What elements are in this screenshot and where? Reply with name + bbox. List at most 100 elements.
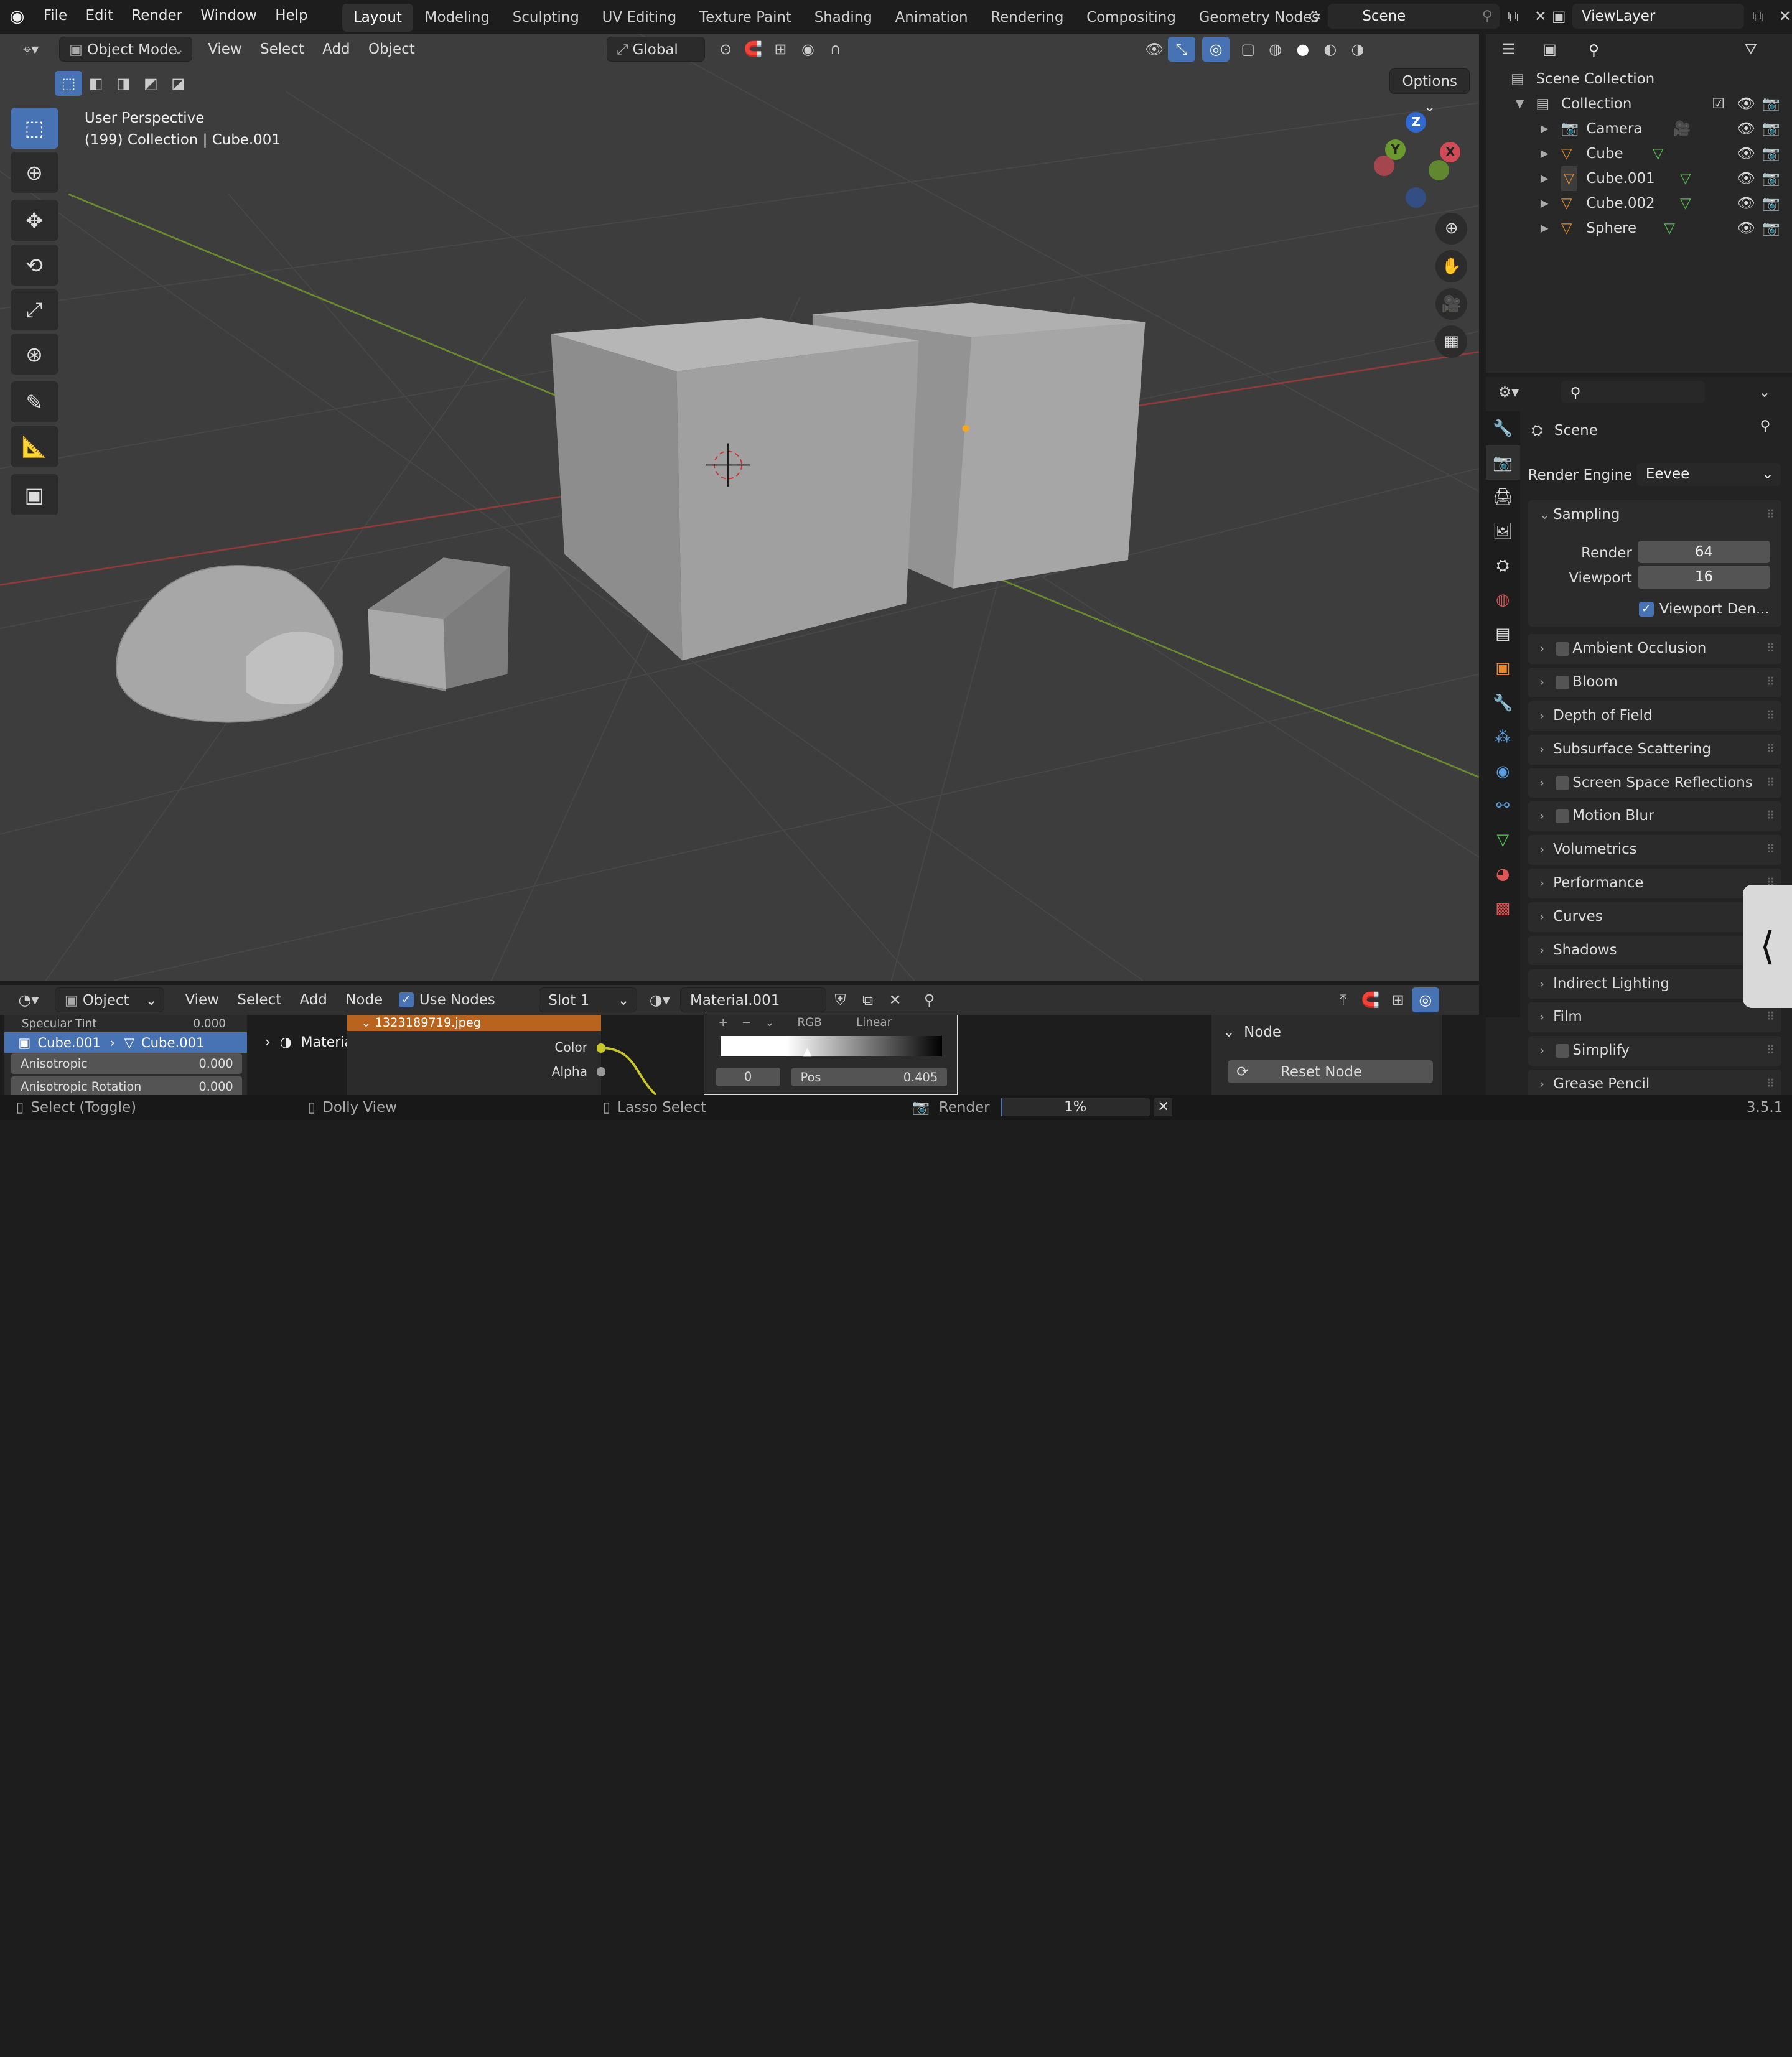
select-subtract-icon[interactable]: ◨ <box>110 71 137 96</box>
panel-subsurface-scattering[interactable]: › Subsurface Scattering ⠿ <box>1528 734 1782 765</box>
annotate-icon[interactable]: ✎ <box>10 381 58 423</box>
eye-icon[interactable]: 👁 <box>1737 191 1755 216</box>
fake-user-icon[interactable]: ⛨ <box>826 987 854 1012</box>
gizmo-toggle-icon[interactable]: ⤡ <box>1168 36 1196 62</box>
select-intersect-icon[interactable]: ◪ <box>164 71 192 96</box>
panel-motion-blur[interactable]: › Motion Blur ⠿ <box>1528 801 1782 832</box>
slot-dropdown[interactable]: Slot 1 ⌄ <box>538 987 637 1013</box>
mesh-icon[interactable]: ▽ <box>1653 141 1664 166</box>
panel-checkbox[interactable] <box>1555 676 1569 690</box>
snap-target-icon[interactable]: ⊞ <box>767 37 794 62</box>
render-camera-icon[interactable]: 📷 <box>1762 166 1780 191</box>
chevron-right-icon[interactable]: › <box>1539 701 1544 731</box>
transform-orientation-dropdown[interactable]: ⤢ Global <box>607 36 706 62</box>
add-stop-icon[interactable]: + <box>718 1016 727 1029</box>
menu-select[interactable]: Select <box>251 37 313 62</box>
menu-view[interactable]: View <box>199 37 251 62</box>
falloff-icon[interactable]: ∩ <box>822 37 849 62</box>
render-camera-icon[interactable]: 📷 <box>1762 216 1780 241</box>
material-tab-icon[interactable]: ◕ <box>1486 857 1520 891</box>
eye-icon[interactable]: 👁 <box>1737 216 1755 241</box>
panel-checkbox[interactable] <box>1555 776 1569 790</box>
menu-object[interactable]: Object <box>359 37 424 62</box>
remove-stop-icon[interactable]: − <box>742 1016 751 1029</box>
output-tab-icon[interactable]: 🖨 <box>1486 480 1520 514</box>
viewport-samples-field[interactable]: 16 <box>1637 566 1771 589</box>
view-layer-field[interactable]: ViewLayer <box>1572 3 1744 29</box>
chevron-right-icon[interactable]: › <box>1539 768 1544 798</box>
grip-icon[interactable]: ⠿ <box>1766 500 1775 530</box>
filter-icon[interactable]: ⛛ <box>1737 37 1765 62</box>
material-shading-icon[interactable]: ◐ <box>1317 37 1344 62</box>
expand-icon[interactable]: ▶ <box>1541 116 1549 141</box>
overlays-icon[interactable]: ◎ <box>1411 987 1439 1013</box>
solid-shading-icon[interactable]: ● <box>1289 37 1317 62</box>
camera-icon[interactable]: 🎥 <box>1673 116 1691 141</box>
snap-icon[interactable]: 🧲 <box>1357 987 1384 1012</box>
tool-tab-icon[interactable]: 🔧 <box>1486 411 1520 445</box>
checkbox-icon[interactable]: ☑ <box>1712 91 1725 116</box>
navigation-gizmo[interactable]: Z Y X <box>1367 110 1470 212</box>
ramp-stop-handle[interactable]: ▲ <box>803 1045 811 1058</box>
3d-viewport[interactable] <box>0 34 1479 981</box>
physics-tab-icon[interactable]: ◉ <box>1486 754 1520 788</box>
menu-file[interactable]: File <box>34 0 77 32</box>
pin-icon[interactable]: ⚲ <box>916 987 943 1012</box>
tab-modeling[interactable]: Modeling <box>413 4 501 31</box>
pin-icon[interactable]: ⚲ <box>1760 418 1771 434</box>
rendered-shading-icon[interactable]: ◑ <box>1344 37 1371 62</box>
anisotropic-rotation-field[interactable]: Anisotropic Rotation 0.000 <box>11 1076 243 1095</box>
outliner-item[interactable]: ▶ ▽ Cube.002 ▽ 👁 📷 <box>1486 191 1792 216</box>
sidebar-tabs[interactable] <box>1452 1017 1479 1093</box>
render-samples-field[interactable]: 64 <box>1637 540 1771 564</box>
breadcrumb-object[interactable]: Cube.001 <box>37 1035 101 1050</box>
anisotropic-field[interactable]: Anisotropic 0.000 <box>11 1053 243 1075</box>
ramp-stop-index[interactable]: 0 <box>716 1068 780 1086</box>
chevron-down-icon[interactable]: ⌄ <box>1751 380 1778 404</box>
menu-add[interactable]: Add <box>314 37 360 62</box>
grip-icon[interactable]: ⠿ <box>1766 1036 1775 1066</box>
delete-view-layer-icon[interactable]: ✕ <box>1771 4 1792 29</box>
properties-search[interactable]: ⚲ <box>1561 380 1706 404</box>
outliner-editor-icon[interactable]: ☰ <box>1495 37 1522 62</box>
properties-editor-icon[interactable]: ⚙▾ <box>1495 380 1522 404</box>
menu-view[interactable]: View <box>176 987 228 1012</box>
duplicate-material-icon[interactable]: ⧉ <box>854 987 882 1012</box>
constraints-tab-icon[interactable]: ⚯ <box>1486 788 1520 823</box>
tab-layout[interactable]: Layout <box>342 4 414 32</box>
node-panel-header[interactable]: ⌄ Node <box>1211 1015 1442 1049</box>
tab-compositing[interactable]: Compositing <box>1075 4 1188 31</box>
use-nodes-checkbox[interactable]: ✓ Use Nodes <box>398 992 495 1008</box>
cube-002-object[interactable] <box>368 557 510 692</box>
chevron-right-icon[interactable]: › <box>1539 902 1544 932</box>
proportional-edit-icon[interactable]: ◉ <box>794 37 821 62</box>
chevron-right-icon[interactable]: › <box>1539 668 1544 697</box>
wireframe-shading-icon[interactable]: ◍ <box>1262 37 1289 62</box>
gizmo-neg-x-axis[interactable] <box>1373 155 1394 176</box>
viewport-denoise-checkbox[interactable]: ✓ Viewport Den... <box>1638 598 1770 621</box>
chevron-down-icon[interactable]: ⌄ <box>1539 500 1550 530</box>
panel-depth-of-field[interactable]: › Depth of Field ⠿ <box>1528 701 1782 731</box>
ramp-interpolation[interactable]: Linear <box>856 1016 892 1029</box>
reset-node-button[interactable]: ⟳ Reset Node <box>1227 1060 1434 1084</box>
snap-mode-icon[interactable]: ⊞ <box>1384 987 1412 1012</box>
world-tab-icon[interactable]: ◍ <box>1486 583 1520 617</box>
gizmo-z-axis[interactable]: Z <box>1406 111 1427 133</box>
particles-tab-icon[interactable]: ⁂ <box>1486 720 1520 754</box>
add-cube-icon[interactable]: ▣ <box>10 474 58 516</box>
chevron-right-icon[interactable]: › <box>1539 1036 1544 1066</box>
chevron-down-icon[interactable]: ⌄ <box>765 1016 774 1029</box>
tab-texture-paint[interactable]: Texture Paint <box>688 4 803 31</box>
transform-icon[interactable]: ⊛ <box>10 334 58 375</box>
panel-volumetrics[interactable]: › Volumetrics ⠿ <box>1528 835 1782 865</box>
collection-tab-icon[interactable]: ▤ <box>1486 617 1520 651</box>
expand-icon[interactable]: ▼ <box>1515 91 1524 116</box>
panel-ambient-occlusion[interactable]: › Ambient Occlusion ⠿ <box>1528 634 1782 665</box>
panel-bloom[interactable]: › Bloom ⠿ <box>1528 668 1782 697</box>
measure-icon[interactable]: 📐 <box>10 426 58 468</box>
editor-type-icon[interactable]: ◔▾ <box>11 987 45 1012</box>
expand-icon[interactable]: ▶ <box>1541 166 1549 191</box>
chevron-right-icon[interactable]: › <box>1539 936 1544 966</box>
texture-tab-icon[interactable]: ▩ <box>1486 892 1520 926</box>
image-texture-node[interactable]: ⌄ 1323189719.jpeg Color Alpha <box>347 1014 606 1095</box>
